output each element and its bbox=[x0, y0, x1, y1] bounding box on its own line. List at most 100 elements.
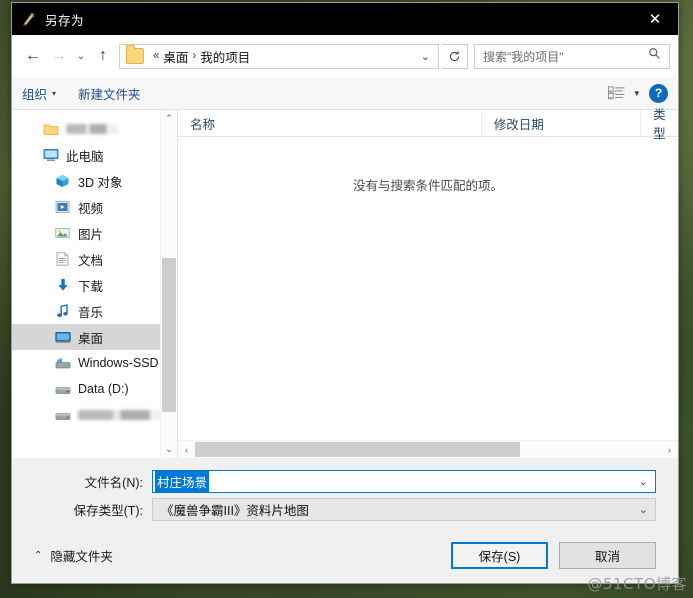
sidebar-item-label: 音乐 bbox=[78, 305, 104, 320]
filetype-label: 保存类型(T): bbox=[73, 503, 143, 518]
save-form: 文件名(N): 村庄场景 ⌄ 保存类型(T): 《魔兽争霸III》资料片地图 ⌄ bbox=[12, 458, 678, 527]
sidebar-item-videos[interactable]: 视频 bbox=[12, 194, 177, 220]
up-button[interactable]: ↑ bbox=[90, 43, 116, 69]
sidebar-item-label bbox=[66, 124, 118, 134]
navigation-bar: ← → ⌄ ↑ « 桌面 › 我的项目 ⌄ 搜索"我的项目" bbox=[12, 35, 678, 77]
chevron-down-icon[interactable]: ⌄ bbox=[639, 475, 648, 488]
search-input[interactable]: 搜索"我的项目" bbox=[475, 48, 564, 65]
filename-row: 文件名(N): 村庄场景 ⌄ bbox=[34, 467, 656, 495]
list-view-icon bbox=[608, 86, 625, 100]
chevron-down-icon: ▾ bbox=[634, 87, 639, 98]
sidebar-item-label bbox=[78, 410, 170, 420]
filetype-value: 《魔兽争霸III》资料片地图 bbox=[161, 503, 309, 518]
sidebar-item-downloads[interactable]: 下载 bbox=[12, 272, 177, 298]
documents-icon bbox=[54, 251, 71, 267]
column-header-date-modified[interactable]: 修改日期 bbox=[480, 110, 640, 136]
sidebar-item-music[interactable]: 音乐 bbox=[12, 298, 177, 324]
folder-icon bbox=[42, 121, 59, 137]
sidebar-item-desktop[interactable]: 桌面 bbox=[12, 324, 177, 350]
sidebar-item-this-pc[interactable]: 此电脑 bbox=[12, 142, 177, 168]
search-box[interactable]: 搜索"我的项目" bbox=[474, 43, 670, 69]
refresh-button[interactable] bbox=[442, 43, 468, 69]
sidebar-item-label: Data (D:) bbox=[78, 382, 129, 396]
sidebar-item-3d-objects[interactable]: 3D 对象 bbox=[12, 168, 177, 194]
recent-locations-button[interactable]: ⌄ bbox=[72, 43, 90, 69]
new-folder-button[interactable]: 新建文件夹 bbox=[78, 84, 141, 103]
screen: 另存为 ✕ ← → ⌄ ↑ « 桌面 › 我的项目 ⌄ 搜索"我的项目" 组织 … bbox=[0, 0, 693, 598]
scroll-up-icon[interactable]: ⌃ bbox=[161, 110, 177, 127]
hide-folders-button[interactable]: ⌃ 隐藏文件夹 bbox=[34, 546, 113, 565]
save-as-dialog: 另存为 ✕ ← → ⌄ ↑ « 桌面 › 我的项目 ⌄ 搜索"我的项目" 组织 … bbox=[11, 2, 679, 584]
organize-button[interactable]: 组织 ▾ bbox=[22, 84, 56, 103]
3d-objects-icon bbox=[54, 173, 71, 189]
chevron-down-icon[interactable]: ⌄ bbox=[639, 503, 648, 516]
view-mode-button[interactable]: ▾ bbox=[608, 86, 639, 100]
scroll-right-icon[interactable]: › bbox=[661, 445, 678, 455]
downloads-icon bbox=[54, 277, 71, 293]
sidebar-item-pictures[interactable]: 图片 bbox=[12, 220, 177, 246]
scrollbar-thumb[interactable] bbox=[195, 442, 520, 457]
chevron-down-icon: ▾ bbox=[52, 88, 57, 98]
sidebar-item-label: 下载 bbox=[78, 279, 104, 294]
chevron-down-icon[interactable]: ⌄ bbox=[421, 50, 430, 63]
sidebar-item-label: 3D 对象 bbox=[78, 175, 123, 190]
filetype-row: 保存类型(T): 《魔兽争霸III》资料片地图 ⌄ bbox=[34, 495, 656, 523]
refresh-icon bbox=[449, 50, 460, 61]
address-bar[interactable]: « 桌面 › 我的项目 ⌄ bbox=[119, 43, 439, 69]
window-title: 另存为 bbox=[45, 13, 85, 28]
filename-input[interactable]: 村庄场景 ⌄ bbox=[152, 469, 656, 493]
sidebar-item-label: 桌面 bbox=[78, 331, 104, 346]
scrollbar-thumb[interactable] bbox=[162, 258, 176, 412]
file-list-pane: 名称 修改日期 类型 没有与搜索条件匹配的项。 ‹ › bbox=[178, 108, 678, 458]
drive-icon bbox=[54, 381, 71, 397]
search-icon bbox=[648, 47, 661, 65]
forward-button[interactable]: → bbox=[46, 43, 72, 69]
back-button[interactable]: ← bbox=[20, 43, 46, 69]
drive-icon bbox=[54, 407, 71, 423]
scroll-left-icon[interactable]: ‹ bbox=[178, 445, 195, 455]
column-header-type[interactable]: 类型 bbox=[640, 108, 678, 141]
desktop-icon bbox=[54, 329, 71, 345]
cancel-button[interactable]: 取消 bbox=[559, 541, 656, 569]
help-button[interactable]: ? bbox=[649, 83, 668, 103]
warcraft-editor-icon bbox=[21, 11, 37, 27]
filetype-select[interactable]: 《魔兽争霸III》资料片地图 ⌄ bbox=[152, 497, 656, 521]
drive-icon bbox=[54, 355, 71, 371]
folder-icon bbox=[126, 45, 144, 64]
dialog-body: 此电脑 3D 对象 视频 图片 文档 下载 音乐 桌面 Windows-SSD … bbox=[12, 108, 678, 458]
pictures-icon bbox=[54, 225, 71, 241]
sidebar-item-redacted-folder[interactable] bbox=[12, 116, 177, 142]
dialog-footer: ⌃ 隐藏文件夹 保存(S) 取消 bbox=[12, 527, 678, 583]
this-pc-icon bbox=[42, 147, 59, 163]
save-button[interactable]: 保存(S) bbox=[451, 541, 548, 569]
videos-icon bbox=[54, 199, 71, 215]
sidebar-item-label: 此电脑 bbox=[66, 149, 104, 164]
breadcrumb-item-desktop[interactable]: 桌面 bbox=[163, 47, 188, 66]
empty-list-message: 没有与搜索条件匹配的项。 bbox=[352, 179, 503, 193]
breadcrumb-prefix: « bbox=[153, 50, 160, 62]
sidebar-item-label: 文档 bbox=[78, 253, 104, 268]
close-icon[interactable]: ✕ bbox=[632, 3, 678, 35]
sidebar-item-windows-ssd[interactable]: Windows-SSD bbox=[12, 350, 177, 376]
command-toolbar: 组织 ▾ 新建文件夹 ▾ ? bbox=[12, 77, 678, 110]
file-list-horizontal-scrollbar[interactable]: ‹ › bbox=[178, 440, 678, 458]
navigation-sidebar: 此电脑 3D 对象 视频 图片 文档 下载 音乐 桌面 Windows-SSD … bbox=[12, 110, 177, 458]
breadcrumb-separator: › bbox=[192, 50, 197, 62]
column-header-name[interactable]: 名称 bbox=[178, 110, 481, 136]
scroll-down-icon[interactable]: ⌄ bbox=[161, 441, 177, 458]
title-bar: 另存为 ✕ bbox=[12, 3, 678, 35]
filename-label: 文件名(N): bbox=[84, 475, 143, 490]
sidebar-scrollbar[interactable]: ⌃ ⌄ bbox=[160, 110, 177, 458]
hide-folders-label: 隐藏文件夹 bbox=[50, 549, 113, 564]
filename-value[interactable]: 村庄场景 bbox=[155, 470, 210, 492]
sidebar-item-label: 图片 bbox=[78, 227, 104, 242]
organize-label: 组织 bbox=[22, 87, 48, 102]
sidebar-item-documents[interactable]: 文档 bbox=[12, 246, 177, 272]
sidebar-item-label: Windows-SSD bbox=[78, 356, 159, 370]
column-headers: 名称 修改日期 类型 bbox=[178, 108, 678, 141]
sidebar-item-redacted-drive[interactable] bbox=[12, 402, 177, 428]
breadcrumb-item-project[interactable]: 我的项目 bbox=[200, 47, 250, 66]
music-icon bbox=[54, 303, 71, 319]
sidebar-item-label: 视频 bbox=[78, 201, 104, 216]
sidebar-item-data-d[interactable]: Data (D:) bbox=[12, 376, 177, 402]
